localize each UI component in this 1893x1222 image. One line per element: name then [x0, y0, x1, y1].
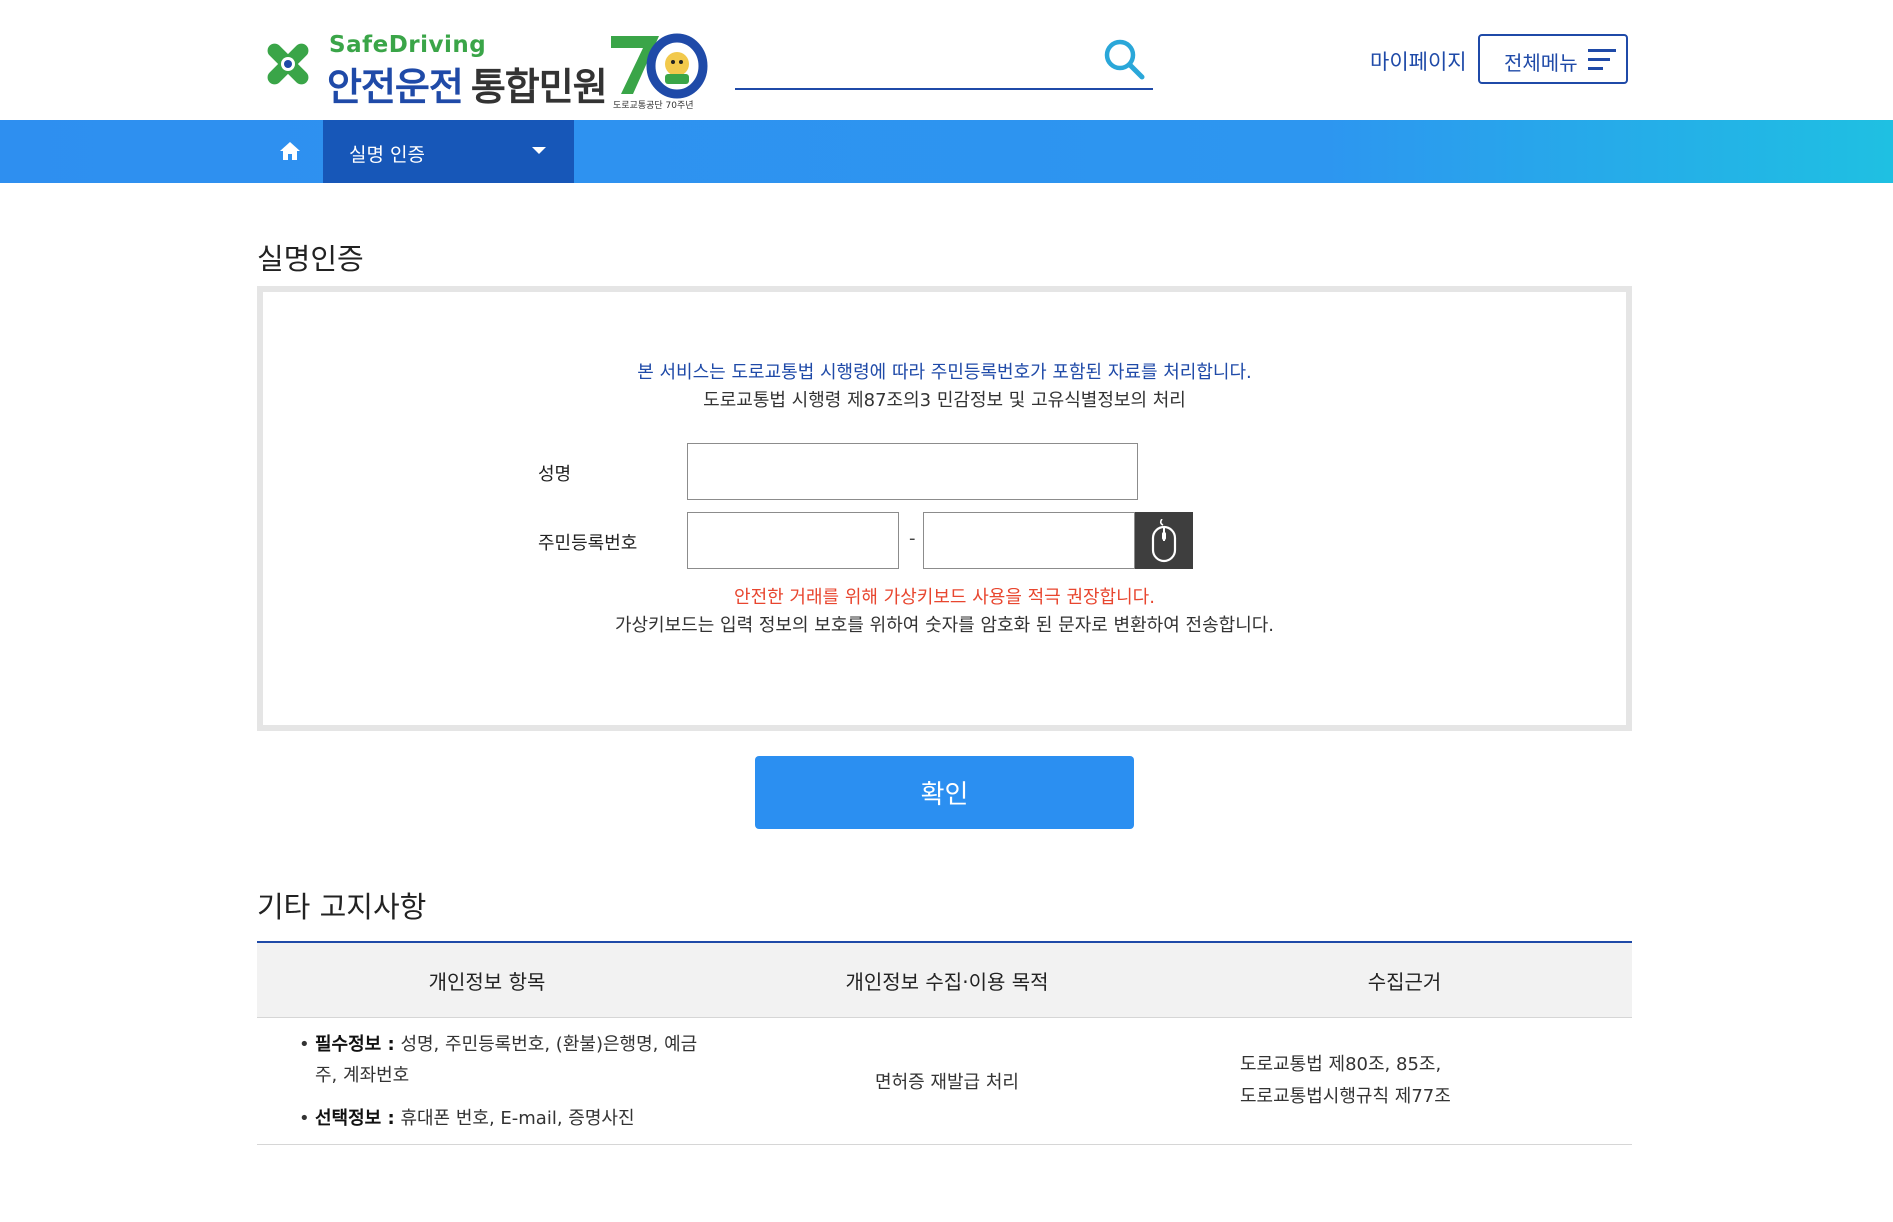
mypage-link[interactable]: 마이페이지	[1370, 46, 1467, 76]
clover-logo-icon	[267, 43, 309, 85]
all-menu-label: 전체메뉴	[1504, 51, 1578, 75]
header-basis: 수집근거	[1177, 941, 1632, 1018]
table-row: 필수정보 : 성명, 주민등록번호, (환불)은행명, 예금주, 계좌번호 선택…	[257, 1017, 1632, 1145]
privacy-notice-table: 개인정보 항목 개인정보 수집·이용 목적 수집근거 필수정보 : 성명, 주민…	[257, 941, 1632, 1145]
virtual-keyboard-description: 가상키보드는 입력 정보의 보호를 위하여 숫자를 암호화 된 문자로 변환하여…	[614, 615, 1275, 636]
virtual-keyboard-recommendation: 안전한 거래를 위해 가상키보드 사용을 적극 권장합니다.	[734, 587, 1155, 608]
brand-sub: 통합민원	[470, 65, 608, 109]
table-header-row: 개인정보 항목 개인정보 수집·이용 목적 수집근거	[257, 941, 1632, 1018]
name-input[interactable]	[687, 443, 1138, 500]
privacy-items-cell: 필수정보 : 성명, 주민등록번호, (환불)은행명, 예금주, 계좌번호 선택…	[257, 1017, 717, 1145]
rrn-front-input[interactable]	[687, 512, 899, 569]
rrn-separator: -	[909, 528, 916, 549]
search-bar	[735, 30, 1153, 90]
search-input[interactable]	[735, 38, 1099, 80]
location-navbar: 실명 인증	[0, 120, 1893, 183]
brand-english: SafeDriving	[329, 32, 487, 58]
notice-primary: 본 서비스는 도로교통법 시행령에 따라 주민등록번호가 포함된 자료를 처리합…	[637, 362, 1252, 383]
caret-down-icon	[532, 147, 546, 154]
basis-line-1: 도로교통법 제80조, 85조,	[1240, 1054, 1442, 1075]
basis-line-2: 도로교통법시행규칙 제77조	[1240, 1086, 1451, 1107]
virtual-keyboard-button[interactable]	[1135, 512, 1193, 569]
home-button[interactable]	[257, 120, 323, 183]
optional-info-label: 선택정보 :	[315, 1107, 395, 1129]
site-header: SafeDriving 안전운전 통합민원 도로교통공단 70주년 마이페이지 전…	[0, 0, 1893, 120]
current-menu-label: 실명 인증	[349, 144, 425, 166]
optional-info-item: 선택정보 : 휴대폰 번호, E-mail, 증명사진	[299, 1103, 716, 1134]
purpose-cell: 면허증 재발급 처리	[717, 1017, 1177, 1145]
auth-panel: 본 서비스는 도로교통법 시행령에 따라 주민등록번호가 포함된 자료를 처리합…	[257, 286, 1632, 731]
basis-cell: 도로교통법 제80조, 85조, 도로교통법시행규칙 제77조	[1177, 1017, 1632, 1145]
anniversary-caption: 도로교통공단 70주년	[613, 101, 694, 111]
optional-info-text: 휴대폰 번호, E-mail, 증명사진	[394, 1107, 635, 1129]
auth-section-title: 실명인증	[257, 242, 364, 276]
mouse-icon	[1151, 519, 1177, 563]
hamburger-icon	[1588, 49, 1616, 70]
required-info-item: 필수정보 : 성명, 주민등록번호, (환불)은행명, 예금주, 계좌번호	[299, 1029, 715, 1091]
search-icon[interactable]	[1101, 36, 1147, 82]
header-purpose: 개인정보 수집·이용 목적	[717, 941, 1177, 1018]
brand-main: 안전운전	[327, 65, 464, 109]
confirm-button[interactable]: 확인	[755, 756, 1134, 829]
rrn-label: 주민등록번호	[538, 533, 638, 554]
header-items: 개인정보 항목	[257, 941, 717, 1018]
name-label: 성명	[538, 464, 572, 485]
notice-secondary: 도로교통법 시행령 제87조의3 민감정보 및 고유식별정보의 처리	[703, 390, 1186, 411]
site-logo[interactable]: SafeDriving 안전운전 통합민원 도로교통공단 70주년	[257, 28, 708, 111]
all-menu-button[interactable]: 전체메뉴	[1478, 34, 1628, 84]
required-info-label: 필수정보 :	[315, 1033, 395, 1055]
home-icon	[280, 142, 300, 160]
brand-korean: 안전운전 통합민원	[327, 56, 608, 111]
notice-section-title: 기타 고지사항	[257, 890, 427, 924]
current-menu-dropdown[interactable]: 실명 인증	[323, 120, 574, 183]
rrn-back-input[interactable]	[923, 512, 1135, 569]
